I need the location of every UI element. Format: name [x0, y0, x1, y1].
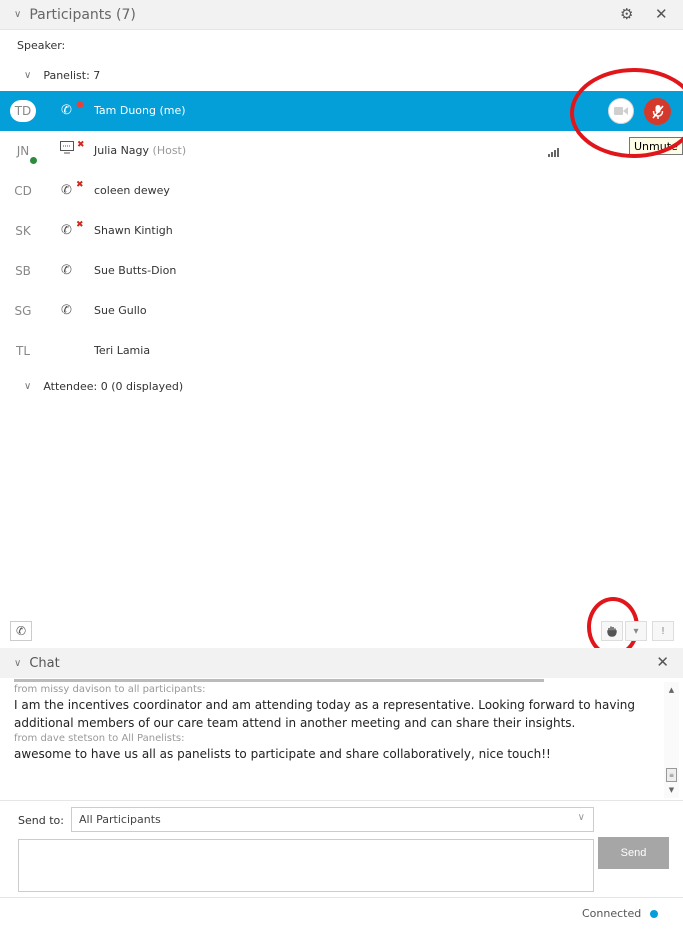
chat-title: Chat	[29, 655, 60, 671]
message-sender: from dave stetson to All Panelists:	[14, 733, 185, 744]
participants-header[interactable]: ∨ Participants (7)	[0, 0, 683, 30]
participant-name: Sue Butts-Dion	[94, 264, 177, 277]
scroll-thumb[interactable]: ≡	[666, 768, 677, 782]
avatar: SK	[15, 224, 31, 238]
send-to-value: All Participants	[79, 813, 161, 826]
send-to-select[interactable]: All Participants ∨	[71, 807, 594, 832]
signal-bars-icon	[548, 148, 559, 157]
participant-role: (Host)	[152, 144, 187, 157]
unmute-tooltip: Unmute	[629, 137, 683, 155]
chevron-down-icon[interactable]: ∨	[14, 9, 21, 20]
connection-status-icon	[650, 910, 658, 918]
participant-name: Teri Lamia	[94, 344, 151, 357]
screen-share-icon	[60, 141, 74, 158]
participant-row-shawn-kintigh[interactable]: SK ✆ ✖ Shawn Kintigh	[0, 211, 683, 251]
microphone-muted-icon[interactable]	[644, 98, 671, 125]
close-icon[interactable]: ✕	[655, 5, 668, 23]
attendee-group-label: Attendee: 0 (0 displayed)	[43, 380, 184, 393]
phone-icon: ✆	[61, 223, 72, 238]
panelist-group-toggle[interactable]: ∨ Panelist: 7	[24, 69, 100, 82]
participant-row-coleen-dewey[interactable]: CD ✆ ✖ coleen dewey	[0, 171, 683, 211]
participant-row-sue-gullo[interactable]: SG ✆ Sue Gullo	[0, 291, 683, 331]
participant-row-julia-nagy[interactable]: JN ✖ Julia Nagy (Host)	[0, 131, 683, 171]
message-sender: from missy davison to all participants:	[14, 684, 206, 695]
video-camera-icon[interactable]	[608, 98, 634, 124]
chevron-down-icon: ∨	[577, 812, 585, 823]
phone-icon: ✆	[61, 183, 72, 198]
chat-header[interactable]: ∨ Chat	[0, 648, 683, 678]
panelist-group-label: Panelist: 7	[43, 69, 101, 82]
close-icon: ✖	[76, 180, 84, 190]
presence-status-icon	[29, 156, 38, 165]
participant-name: Julia Nagy (Host)	[94, 144, 187, 157]
participant-name: Tam Duong (me)	[94, 104, 186, 117]
phone-icon[interactable]: ✆	[10, 621, 32, 641]
avatar: TL	[15, 344, 30, 358]
message-body: awesome to have us all as panelists to p…	[14, 747, 551, 761]
attendee-group-toggle[interactable]: ∨ Attendee: 0 (0 displayed)	[24, 380, 183, 393]
participant-row-tam-duong[interactable]: TD ✆ ● Tam Duong (me)	[0, 91, 683, 131]
participant-row-sue-butts-dion[interactable]: SB ✆ Sue Butts-Dion	[0, 251, 683, 291]
participant-row-teri-lamia[interactable]: TL Teri Lamia	[0, 331, 683, 371]
scroll-up-icon[interactable]: ▲	[664, 684, 679, 696]
chevron-down-icon: ∨	[24, 381, 32, 392]
phone-icon: ✆	[61, 103, 72, 118]
scroll-down-icon[interactable]: ▼	[664, 784, 679, 796]
avatar: TD	[10, 100, 36, 122]
raise-hand-icon[interactable]	[601, 621, 623, 641]
avatar: CD	[14, 184, 32, 198]
participant-name: Shawn Kintigh	[94, 224, 173, 237]
phone-icon: ✆	[61, 303, 72, 318]
divider	[0, 800, 683, 801]
close-icon: ✖	[77, 140, 85, 150]
phone-icon: ✆	[61, 263, 72, 278]
chat-scrollbar[interactable]: ▲ ≡ ▼	[664, 682, 679, 798]
chevron-down-icon[interactable]: ▾	[625, 621, 647, 641]
speaker-label: Speaker:	[17, 39, 66, 52]
message-body: I am the incentives coordinator and am a…	[14, 698, 636, 730]
close-icon[interactable]: ✕	[656, 653, 669, 671]
participant-name: Sue Gullo	[94, 304, 147, 317]
send-to-label: Send to:	[18, 814, 64, 827]
avatar: SB	[15, 264, 31, 278]
chevron-down-icon: ∨	[24, 70, 32, 81]
alert-icon[interactable]: !	[652, 621, 674, 641]
chevron-down-icon[interactable]: ∨	[14, 658, 21, 669]
chat-log[interactable]: from missy davison to all participants: …	[14, 683, 654, 763]
participant-name: coleen dewey	[94, 184, 170, 197]
avatar: SG	[14, 304, 32, 318]
gear-icon[interactable]: ⚙	[620, 5, 633, 23]
send-button[interactable]: Send	[598, 837, 669, 869]
connection-status: Connected	[582, 907, 642, 920]
participants-title: Participants (7)	[29, 6, 136, 23]
close-icon: ✖	[76, 220, 84, 230]
muted-x-icon: ●	[76, 100, 84, 110]
divider	[0, 897, 683, 898]
chat-message-input[interactable]	[18, 839, 594, 892]
